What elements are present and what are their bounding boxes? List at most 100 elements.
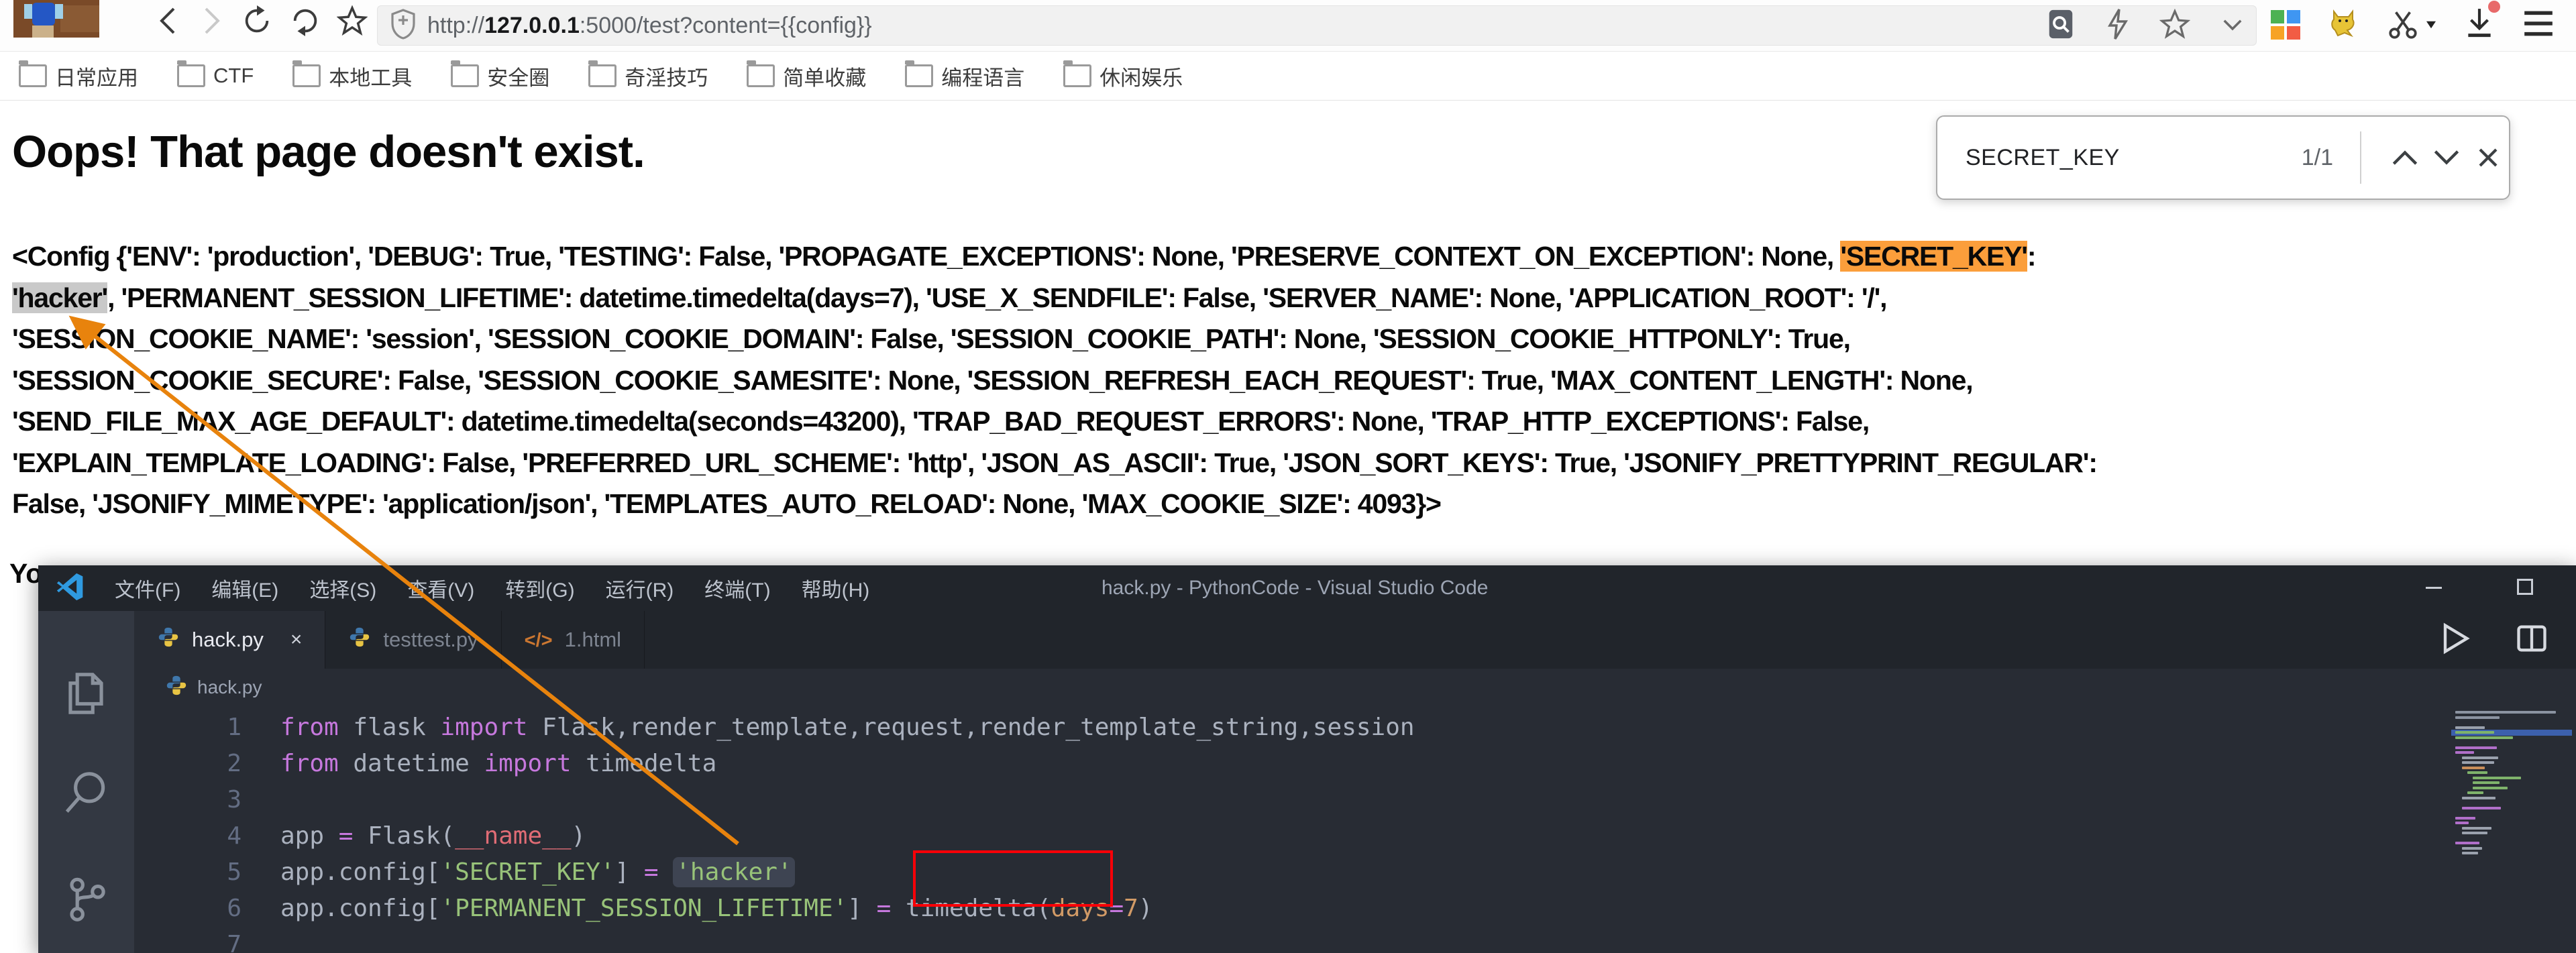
menubar-item[interactable]: 选择(S) — [309, 573, 376, 603]
bookmark-label: 本地工具 — [329, 61, 412, 91]
maximize-button[interactable] — [2513, 575, 2537, 602]
source-control-icon[interactable] — [58, 871, 113, 930]
reload-button[interactable] — [241, 5, 272, 36]
minimap-line — [2455, 746, 2497, 749]
tab-close-icon[interactable]: × — [290, 628, 303, 651]
vscode-activity-bar — [38, 611, 134, 953]
folder-icon — [19, 64, 47, 87]
config-text: , 'PERMANENT_SESSION_LIFETIME': datetime… — [107, 282, 1886, 313]
divider — [2360, 131, 2361, 184]
menubar-item[interactable]: 查看(V) — [407, 573, 474, 603]
menu-hamburger-icon[interactable] — [2522, 9, 2555, 42]
menubar-item[interactable]: 帮助(H) — [802, 573, 870, 603]
explorer-icon[interactable] — [58, 666, 113, 724]
line-text: from flask import Flask,render_template,… — [280, 714, 1415, 741]
folder-icon — [1063, 64, 1091, 87]
session-restore-icon[interactable] — [290, 5, 321, 36]
menubar-item[interactable]: 终端(T) — [704, 573, 770, 603]
screenshot-scissors-icon[interactable] — [2386, 8, 2437, 42]
code-token: ] — [847, 895, 876, 922]
url-bar[interactable]: http://127.0.0.1:5000/test?content={{con… — [377, 5, 2257, 46]
config-line: 'hacker', 'PERMANENT_SESSION_LIFETIME': … — [12, 278, 2568, 319]
minimap-line — [2462, 832, 2487, 834]
bookmark-folder-item[interactable]: 日常应用 — [19, 61, 138, 91]
line-text: app = Flask(__name__) — [280, 822, 586, 850]
vscode-titlebar[interactable]: 文件(F) 编辑(E) 选择(S) 查看(V) 转到(G) 运行(R) 终端(T) 帮助(H)… — [38, 565, 2576, 611]
html-file-icon: </> — [525, 628, 553, 652]
tab-hack.py[interactable]: hack.py× — [134, 611, 325, 669]
tab-label: 1.html — [565, 628, 621, 652]
chevron-down-icon[interactable] — [2218, 10, 2247, 42]
code-token: ) — [1138, 895, 1153, 922]
minimap-line — [2462, 807, 2501, 809]
folder-icon — [905, 64, 933, 87]
browser-theme-thumbnail — [13, 0, 99, 38]
config-text: : — [2027, 241, 2035, 272]
folder-icon — [747, 64, 775, 87]
find-bar[interactable]: SECRET_KEY 1/1 — [1936, 115, 2510, 200]
find-in-page-icon[interactable] — [2045, 9, 2076, 43]
code-token: ) — [572, 822, 586, 850]
minimap-line — [2462, 827, 2491, 830]
bookmark-label: 休闲娱乐 — [1099, 61, 1183, 91]
minimap-line — [2455, 731, 2494, 734]
line-number: 5 — [134, 858, 241, 886]
minimap-line — [2462, 847, 2482, 850]
code-token: 'SECRET_KEY' — [440, 858, 614, 886]
site-permissions-shield-icon[interactable] — [390, 9, 417, 43]
bookmark-folder-item[interactable]: 编程语言 — [905, 61, 1024, 91]
code-line: 4app = Flask(__name__) — [134, 818, 2452, 854]
bookmark-folder-item[interactable]: 本地工具 — [292, 61, 412, 91]
code-token — [659, 858, 674, 886]
split-editor-button[interactable] — [2514, 621, 2549, 659]
download-manager-icon[interactable] — [2463, 6, 2496, 44]
forward-button[interactable] — [196, 5, 227, 36]
bookmark-star-button[interactable] — [337, 5, 368, 36]
minimap-line — [2473, 777, 2521, 779]
microsoft-extension-icon[interactable] — [2271, 10, 2300, 40]
line-number: 6 — [134, 895, 241, 922]
find-input[interactable]: SECRET_KEY — [1966, 145, 2120, 171]
tab-testtest.py[interactable]: testtest.py — [325, 611, 501, 669]
minimap-line — [2455, 751, 2474, 754]
bookmarks-bar: 日常应用 CTF 本地工具 安全圈 奇淫技巧 简单收藏 编程语言 休闲娱乐 — [0, 52, 2576, 101]
run-file-button[interactable] — [2436, 621, 2471, 659]
bookmark-folder-item[interactable]: 安全圈 — [451, 61, 549, 91]
minimize-button[interactable] — [2422, 575, 2446, 602]
python-file-icon — [157, 626, 180, 654]
code-token: = — [877, 895, 892, 922]
menubar-item[interactable]: 转到(G) — [505, 573, 574, 603]
minimap-line — [2473, 781, 2500, 784]
search-icon[interactable] — [58, 765, 113, 824]
lightning-icon[interactable] — [2104, 8, 2131, 44]
bookmark-folder-item[interactable]: 简单收藏 — [747, 61, 866, 91]
minimap[interactable] — [2455, 711, 2571, 953]
find-match-highlight: 'SECRET_KEY' — [1840, 241, 2027, 272]
cat-extension-icon[interactable] — [2326, 6, 2361, 44]
bookmark-folder-item[interactable]: 休闲娱乐 — [1063, 61, 1183, 91]
minimap-line — [2462, 761, 2494, 764]
folder-icon — [177, 64, 205, 87]
minimap-line — [2462, 756, 2498, 759]
menubar-item[interactable]: 运行(R) — [606, 573, 674, 603]
find-previous-button[interactable] — [2384, 137, 2426, 178]
code-token: Flask,render_template,request,render_tem… — [527, 714, 1414, 741]
menubar-item[interactable]: 文件(F) — [115, 573, 180, 603]
bookmark-folder-item[interactable]: 奇淫技巧 — [588, 61, 708, 91]
code-token: Flask( — [353, 822, 455, 850]
menubar-item[interactable]: 编辑(E) — [211, 573, 278, 603]
code-token: __name__ — [455, 822, 571, 850]
find-close-button[interactable] — [2467, 137, 2509, 178]
find-next-button[interactable] — [2426, 137, 2467, 178]
code-token: import — [440, 714, 527, 741]
code-line: 2from datetime import timedelta — [134, 745, 2452, 781]
code-token: datetime — [339, 750, 484, 777]
back-button[interactable] — [153, 5, 184, 36]
code-token: 'PERMANENT_SESSION_LIFETIME' — [440, 895, 847, 922]
bookmark-folder-item[interactable]: CTF — [177, 64, 254, 88]
breadcrumb[interactable]: hack.py — [134, 669, 2576, 706]
annotation-red-box — [913, 850, 1113, 907]
code-editor[interactable]: 1from flask import Flask,render_template… — [134, 706, 2452, 953]
tab-1.html[interactable]: </> 1.html — [502, 611, 645, 669]
star-icon[interactable] — [2159, 9, 2190, 43]
